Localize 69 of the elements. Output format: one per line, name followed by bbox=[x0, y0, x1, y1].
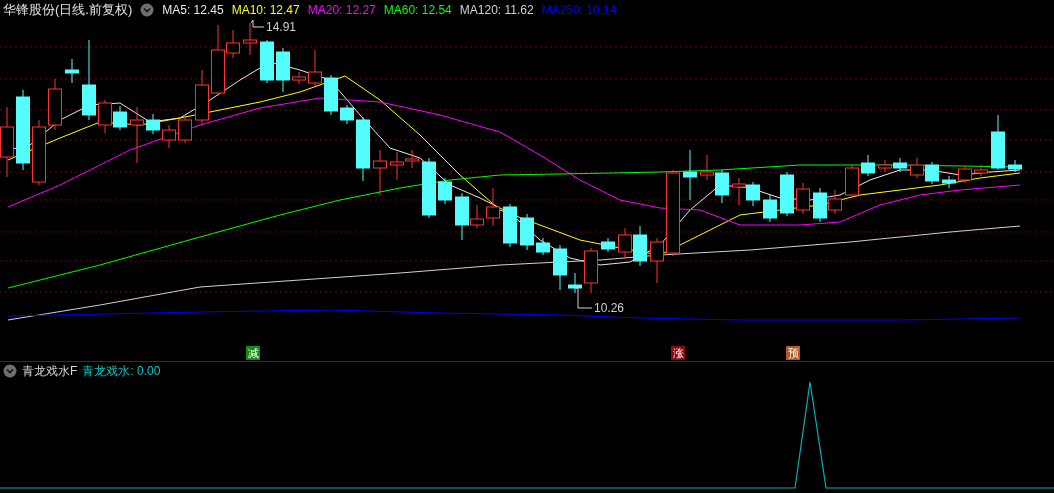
candlestick bbox=[991, 114, 1005, 171]
candlestick bbox=[732, 177, 746, 206]
moving-average-value: MA250: 10.14 bbox=[541, 3, 617, 17]
candlestick bbox=[861, 154, 875, 177]
candlestick bbox=[813, 187, 827, 223]
candlestick bbox=[780, 171, 794, 217]
candlestick bbox=[845, 164, 859, 199]
dropdown-chevron-icon[interactable] bbox=[3, 364, 17, 378]
signal-tag: 预 bbox=[786, 346, 800, 360]
candlestick bbox=[32, 119, 46, 186]
candlestick bbox=[276, 47, 290, 93]
candlestick bbox=[195, 69, 209, 125]
candlestick bbox=[633, 225, 647, 267]
moving-average-value: MA20: 12.27 bbox=[307, 3, 376, 17]
candlestick bbox=[438, 177, 452, 205]
candlestick bbox=[746, 181, 760, 207]
candlestick bbox=[146, 113, 160, 135]
candlestick bbox=[700, 154, 714, 181]
candlestick bbox=[308, 49, 322, 87]
candlestick bbox=[584, 247, 598, 294]
candlestick bbox=[828, 189, 842, 215]
candlestick bbox=[1008, 159, 1022, 173]
candlestick bbox=[48, 78, 62, 131]
candlestick bbox=[958, 165, 972, 184]
candlestick bbox=[373, 149, 387, 196]
signal-tag: 涨 bbox=[671, 346, 685, 360]
candlestick bbox=[910, 157, 924, 179]
leader-line bbox=[575, 285, 593, 309]
price-extreme-label: 10.26 bbox=[594, 302, 625, 314]
candlestick bbox=[601, 237, 615, 253]
candlestick bbox=[796, 182, 810, 215]
moving-average-value: MA60: 12.54 bbox=[383, 3, 452, 17]
leader-line bbox=[250, 20, 265, 28]
candlestick bbox=[520, 213, 534, 251]
candlestick bbox=[340, 104, 354, 125]
candlestick bbox=[942, 175, 956, 189]
candlestick bbox=[98, 99, 112, 134]
candlestick bbox=[536, 237, 550, 256]
candlestick bbox=[324, 74, 338, 116]
candlestick bbox=[486, 187, 500, 227]
stock-title: 华锋股份(日线.前复权) bbox=[3, 1, 133, 19]
candlestick bbox=[925, 161, 939, 185]
candlestick bbox=[178, 114, 192, 144]
candlestick bbox=[162, 124, 176, 149]
indicator-value: 青龙戏水: 0.00 bbox=[82, 362, 161, 380]
price-extreme-label: 14.91 bbox=[266, 21, 297, 33]
candlestick bbox=[422, 157, 436, 219]
candlestick bbox=[683, 149, 697, 201]
candlestick bbox=[618, 227, 632, 259]
candlestick bbox=[65, 58, 79, 84]
candlestick bbox=[893, 157, 907, 173]
candlestick bbox=[763, 194, 777, 223]
candlestick bbox=[243, 22, 257, 56]
candlestick bbox=[260, 39, 274, 84]
candlestick bbox=[503, 203, 517, 248]
moving-average-value: MA10: 12.47 bbox=[231, 3, 300, 17]
moving-average-value: MA5: 12.45 bbox=[162, 3, 224, 17]
candlestick bbox=[974, 164, 988, 177]
candlestick bbox=[292, 71, 306, 85]
signal-tag: 减 bbox=[246, 346, 260, 360]
moving-average-value: MA120: 11.62 bbox=[459, 3, 534, 17]
candlestick bbox=[715, 169, 729, 204]
candlestick bbox=[356, 116, 370, 182]
candlestick bbox=[113, 105, 127, 131]
indicator-name: 青龙戏水F bbox=[22, 362, 78, 380]
dropdown-chevron-icon[interactable] bbox=[140, 3, 155, 17]
candlestick bbox=[650, 237, 664, 284]
candlestick bbox=[878, 159, 892, 173]
candlestick bbox=[130, 106, 144, 164]
